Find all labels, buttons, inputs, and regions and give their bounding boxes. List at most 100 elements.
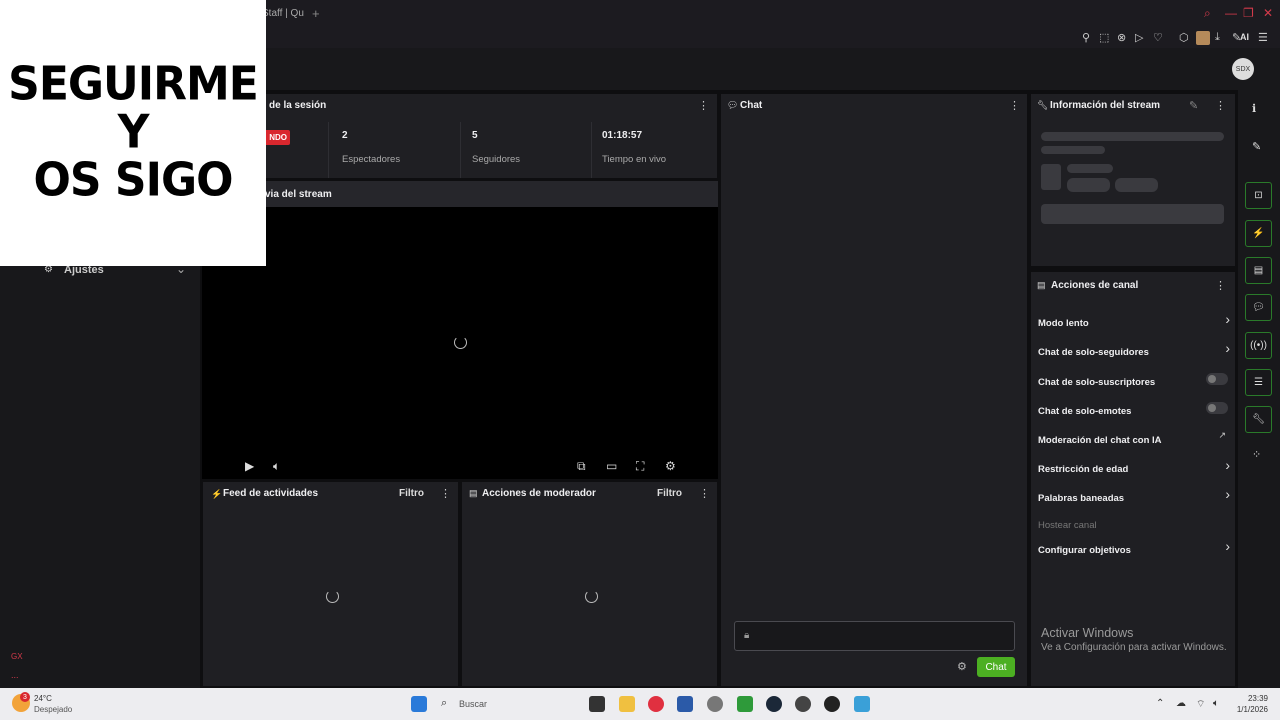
volume-icon[interactable]: 🔈︎ xyxy=(1213,698,1219,709)
menu-icon[interactable]: ☰ xyxy=(1258,31,1268,44)
clock[interactable]: 23:39 1/1/2026 xyxy=(1232,693,1268,715)
action-slow-mode[interactable]: Modo lento › xyxy=(1038,311,1230,329)
gx-label: GX xyxy=(11,652,23,661)
opera-gx-icon[interactable] xyxy=(648,696,664,712)
browser-search-icon[interactable]: ⌕ xyxy=(1204,6,1211,21)
moderator-actions-title: Acciones de moderador xyxy=(482,488,596,499)
maximize-icon[interactable]: ❐ xyxy=(1243,6,1254,20)
action-ai-moderation[interactable]: Moderación del chat con IA ↗ xyxy=(1038,430,1230,446)
overlay-line-3: OS SIGO xyxy=(33,153,234,208)
screenshot-icon[interactable]: ⬚ xyxy=(1099,31,1109,44)
block-icon[interactable]: ⊗ xyxy=(1117,31,1126,44)
wrench-icon: 🔧︎ xyxy=(1037,100,1049,110)
more-options-icon[interactable]: ⋮ xyxy=(440,487,451,500)
browser-tab[interactable]: Staff | Qu xyxy=(262,8,304,19)
steam-icon[interactable] xyxy=(766,696,782,712)
taskbar-search[interactable]: ⌕ Buscar xyxy=(441,695,581,715)
picture-in-picture-icon[interactable]: ⧉ xyxy=(577,459,586,474)
subscribers-only-toggle[interactable] xyxy=(1206,373,1228,385)
emotes-only-toggle[interactable] xyxy=(1206,402,1228,414)
loading-skeleton xyxy=(1041,204,1224,224)
windows-start-icon[interactable] xyxy=(411,696,427,712)
chat-settings-icon[interactable]: ⚙ xyxy=(957,660,967,673)
rail-chat-icon[interactable]: 💬︎ xyxy=(1245,294,1272,321)
followers-value: 5 xyxy=(472,130,478,141)
theater-mode-icon[interactable]: ▭ xyxy=(606,459,617,473)
wifi-icon[interactable]: ⌔ xyxy=(1196,698,1205,711)
tray-network-app-icon[interactable]: ☁ xyxy=(1176,698,1186,709)
search-icon: ⌕ xyxy=(441,697,448,709)
edit-pencil-icon[interactable]: ✎ xyxy=(1189,99,1198,112)
right-tool-rail: ℹ ✎ ⊡ ⚡ ▤ 💬︎ ((•)) ☰ 🔧︎ ⁘ xyxy=(1238,90,1280,688)
more-options-icon[interactable]: ⋮ xyxy=(699,487,710,500)
activate-windows-subtitle: Ve a Configuración para activar Windows. xyxy=(1041,642,1227,653)
action-label: Chat de solo-seguidores xyxy=(1038,347,1149,358)
action-age-restriction[interactable]: Restricción de edad › xyxy=(1038,457,1230,475)
new-tab-button[interactable]: + xyxy=(312,6,320,21)
rail-channel-actions-icon[interactable]: ☰ xyxy=(1245,369,1272,396)
close-icon[interactable]: ✕ xyxy=(1263,6,1273,20)
lock-icon: 🔒︎ xyxy=(744,630,750,641)
activate-windows-watermark: Activar Windows Ve a Configuración para … xyxy=(1041,626,1227,653)
edit-pencil-icon[interactable]: ✎ xyxy=(1252,140,1261,153)
store-icon[interactable] xyxy=(677,696,693,712)
heart-icon[interactable]: ♡ xyxy=(1153,31,1163,44)
stat-divider xyxy=(460,122,461,178)
document-icon: ▤ xyxy=(469,488,478,498)
tray-chevron-icon[interactable]: ⌃ xyxy=(1156,698,1164,709)
play-icon[interactable]: ▶ xyxy=(245,459,254,473)
action-label: Configurar objetivos xyxy=(1038,545,1131,556)
more-options-icon[interactable]: ⋮ xyxy=(1009,99,1020,112)
rail-broadcast-icon[interactable]: ((•)) xyxy=(1245,332,1272,359)
action-configure-goals[interactable]: Configurar objetivos › xyxy=(1038,538,1230,556)
app-icon[interactable] xyxy=(795,696,811,712)
rail-more-icon[interactable]: ⁘ xyxy=(1252,448,1261,461)
chat-message-input[interactable]: 🔒︎ xyxy=(734,621,1015,651)
settings-icon[interactable] xyxy=(707,696,723,712)
file-explorer-icon[interactable] xyxy=(619,696,635,712)
viewers-label: Espectadores xyxy=(342,154,401,165)
rail-document-icon[interactable]: ▤ xyxy=(1245,257,1272,284)
chevron-right-icon: › xyxy=(1225,340,1230,356)
time: 23:39 xyxy=(1247,694,1268,703)
xbox-icon[interactable] xyxy=(737,696,753,712)
more-dots[interactable]: ... xyxy=(11,670,19,680)
play-icon[interactable]: ▷ xyxy=(1135,31,1143,44)
chevron-right-icon: › xyxy=(1225,311,1230,327)
volume-icon[interactable]: 🔈︎ xyxy=(273,459,280,474)
action-subscribers-only: Chat de solo-suscriptores xyxy=(1038,372,1230,388)
action-label: Palabras baneadas xyxy=(1038,493,1125,504)
download-icon[interactable]: ⤓ xyxy=(1215,31,1220,44)
loading-skeleton xyxy=(1041,132,1224,141)
moderator-filter-button[interactable]: Filtro xyxy=(657,488,682,499)
action-label: Chat de solo-suscriptores xyxy=(1038,377,1156,388)
ai-label[interactable]: AI xyxy=(1240,32,1249,42)
loading-skeleton xyxy=(1041,146,1105,154)
viewers-value: 2 xyxy=(342,130,348,141)
action-banned-words[interactable]: Palabras baneadas › xyxy=(1038,486,1230,504)
stream-preview-player[interactable]: ▶ 🔈︎ ⧉ ▭ ⛶ ⚙ xyxy=(202,207,718,479)
action-followers-only[interactable]: Chat de solo-seguidores › xyxy=(1038,340,1230,358)
feed-filter-button[interactable]: Filtro xyxy=(399,488,424,499)
stat-divider xyxy=(328,122,329,178)
avatar[interactable]: SDX xyxy=(1232,58,1254,80)
rail-capture-icon[interactable]: ⊡ xyxy=(1245,182,1272,209)
task-view-icon[interactable] xyxy=(589,696,605,712)
chat-send-button[interactable]: Chat xyxy=(977,657,1015,677)
loading-skeleton xyxy=(1115,178,1158,192)
app-icon[interactable] xyxy=(854,696,870,712)
more-options-icon[interactable]: ⋮ xyxy=(1215,99,1226,112)
fullscreen-icon[interactable]: ⛶ xyxy=(636,459,644,474)
more-options-icon[interactable]: ⋮ xyxy=(1215,279,1226,292)
info-icon[interactable]: ℹ xyxy=(1252,102,1256,115)
rail-wrench-icon[interactable]: 🔧︎ xyxy=(1245,406,1272,433)
pin-icon[interactable]: ⚲ xyxy=(1082,31,1090,44)
extensions-icon[interactable]: ⬡ xyxy=(1179,31,1189,44)
settings-gear-icon[interactable]: ⚙ xyxy=(665,459,676,473)
browser-app-icon[interactable] xyxy=(824,696,840,712)
more-options-icon[interactable]: ⋮ xyxy=(698,99,709,112)
profile-icon[interactable] xyxy=(1196,31,1210,45)
minimize-icon[interactable]: — xyxy=(1225,6,1237,20)
rail-lightning-icon[interactable]: ⚡ xyxy=(1245,220,1272,247)
loading-spinner xyxy=(326,590,339,603)
